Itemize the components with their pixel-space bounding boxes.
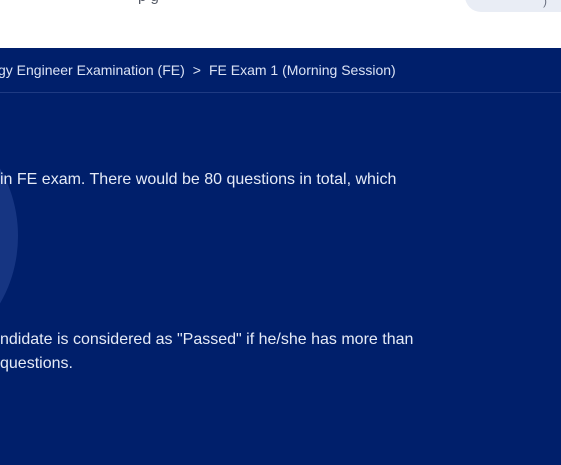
paragraph-line: ndidate is considered as "Passed" if he/… xyxy=(0,331,414,348)
breadcrumb-item-current-exam[interactable]: FE Exam 1 (Morning Session) xyxy=(209,62,396,78)
top-bar: p g ) xyxy=(0,0,561,48)
search-pill[interactable]: ) xyxy=(465,0,561,12)
exam-description-paragraph: in FE exam. There would be 80 questions … xyxy=(0,168,396,192)
breadcrumb: gy Engineer Examination (FE) > FE Exam 1 (… xyxy=(0,48,561,93)
breadcrumb-separator: > xyxy=(192,62,201,78)
pass-criteria-paragraph: ndidate is considered as "Passed" if he/… xyxy=(0,328,413,376)
paragraph-line: in FE exam. There would be 80 questions … xyxy=(0,171,397,188)
paragraph-line: questions. xyxy=(0,355,73,372)
breadcrumb-item-exam-category[interactable]: gy Engineer Examination (FE) xyxy=(0,62,185,78)
decorative-circle xyxy=(0,116,18,356)
topbar-partial-text: p g xyxy=(138,0,159,5)
hero-section: gy Engineer Examination (FE) > FE Exam 1 (… xyxy=(0,48,561,465)
pill-icon: ) xyxy=(543,0,547,8)
